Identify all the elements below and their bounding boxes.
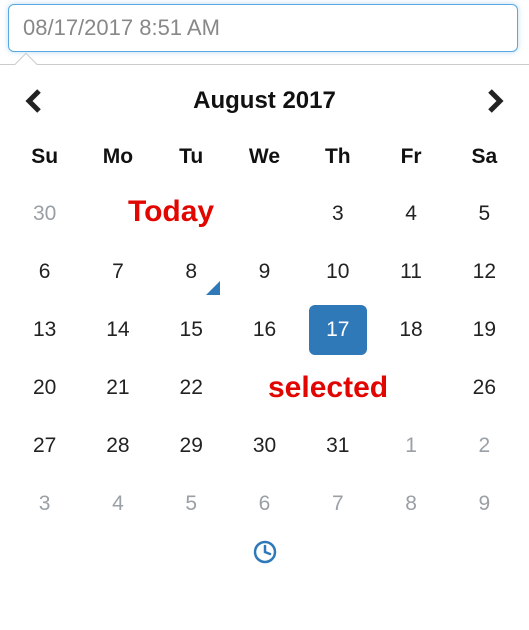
- calendar-day[interactable]: 18: [374, 301, 447, 359]
- calendar-day[interactable]: 7: [301, 475, 374, 533]
- calendar-day-label: 17: [309, 305, 367, 355]
- calendar-day[interactable]: [301, 359, 374, 417]
- calendar-day[interactable]: 19: [448, 301, 521, 359]
- calendar-day[interactable]: [228, 185, 301, 243]
- calendar-day[interactable]: 15: [155, 301, 228, 359]
- calendar-day[interactable]: 30: [228, 417, 301, 475]
- calendar-day[interactable]: 26: [448, 359, 521, 417]
- calendar-day[interactable]: 3: [301, 185, 374, 243]
- calendar-day[interactable]: [374, 359, 447, 417]
- calendar-day[interactable]: 10: [301, 243, 374, 301]
- calendar-day[interactable]: 28: [81, 417, 154, 475]
- calendar-day[interactable]: 16: [228, 301, 301, 359]
- calendar-day[interactable]: 11: [374, 243, 447, 301]
- month-year-title[interactable]: August 2017: [193, 87, 336, 115]
- calendar-day[interactable]: 5: [155, 475, 228, 533]
- calendar-day[interactable]: [81, 185, 154, 243]
- weekday-header: Th: [301, 135, 374, 185]
- weekday-header: Tu: [155, 135, 228, 185]
- weekday-header: Sa: [448, 135, 521, 185]
- calendar-day[interactable]: 22: [155, 359, 228, 417]
- next-month-button[interactable]: [475, 81, 515, 121]
- calendar-day[interactable]: 29: [155, 417, 228, 475]
- calendar-day[interactable]: [155, 185, 228, 243]
- date-picker: August 2017 SuMoTuWeThFrSa Today selecte…: [0, 64, 529, 575]
- switch-to-time-button[interactable]: [250, 537, 280, 567]
- calendar-day[interactable]: 30: [8, 185, 81, 243]
- calendar-day[interactable]: 31: [301, 417, 374, 475]
- chevron-left-icon: [25, 89, 43, 113]
- calendar-day-today[interactable]: 8: [155, 243, 228, 301]
- weekday-header: We: [228, 135, 301, 185]
- calendar-day[interactable]: 3: [8, 475, 81, 533]
- calendar-day[interactable]: 27: [8, 417, 81, 475]
- calendar-day[interactable]: 4: [81, 475, 154, 533]
- calendar-day[interactable]: 13: [8, 301, 81, 359]
- calendar-day[interactable]: 9: [228, 243, 301, 301]
- calendar-day[interactable]: 4: [374, 185, 447, 243]
- datetime-input[interactable]: [8, 4, 518, 52]
- calendar-day[interactable]: 7: [81, 243, 154, 301]
- picker-header: August 2017: [8, 75, 521, 135]
- calendar-day-selected[interactable]: 17: [301, 301, 374, 359]
- clock-icon: [252, 539, 278, 565]
- calendar-day[interactable]: 12: [448, 243, 521, 301]
- calendar-day[interactable]: 5: [448, 185, 521, 243]
- calendar-day[interactable]: 9: [448, 475, 521, 533]
- calendar-day[interactable]: 21: [81, 359, 154, 417]
- weekday-header: Su: [8, 135, 81, 185]
- calendar-day[interactable]: 2: [448, 417, 521, 475]
- calendar-day[interactable]: 8: [374, 475, 447, 533]
- calendar-day[interactable]: 14: [81, 301, 154, 359]
- calendar-day[interactable]: [228, 359, 301, 417]
- calendar-day[interactable]: 6: [8, 243, 81, 301]
- prev-month-button[interactable]: [14, 81, 54, 121]
- calendar-day[interactable]: 1: [374, 417, 447, 475]
- weekday-header-row: SuMoTuWeThFrSa: [8, 135, 521, 185]
- weekday-header: Mo: [81, 135, 154, 185]
- calendar-grid: Today selected 3034567891011121314151617…: [8, 185, 521, 533]
- calendar-day[interactable]: 6: [228, 475, 301, 533]
- picker-footer: [8, 533, 521, 575]
- calendar-day[interactable]: 20: [8, 359, 81, 417]
- weekday-header: Fr: [374, 135, 447, 185]
- chevron-right-icon: [486, 89, 504, 113]
